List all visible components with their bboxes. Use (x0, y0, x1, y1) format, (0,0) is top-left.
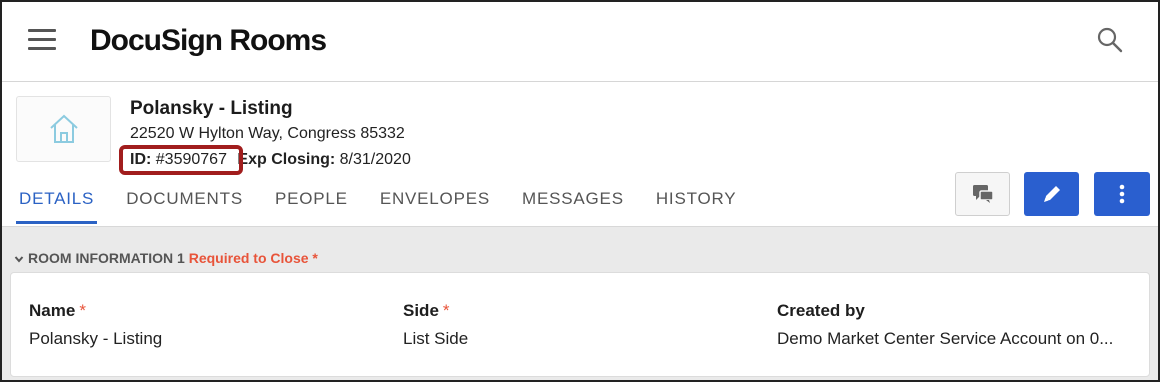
tab-people[interactable]: PEOPLE (272, 188, 351, 224)
field-name-value: Polansky - Listing (29, 329, 163, 348)
required-to-close-label: Required to Close * (188, 250, 318, 266)
room-title: Polansky - Listing (130, 98, 293, 119)
section-header[interactable]: ROOM INFORMATION 1 Required to Close * (14, 250, 318, 266)
id-highlight-box (119, 145, 243, 175)
exp-closing-label: Exp Closing: (237, 151, 336, 168)
room-address: 22520 W Hylton Way, Congress 85332 (130, 125, 405, 142)
field-created-by-label: Created by (777, 301, 865, 320)
field-side-value: List Side (403, 329, 469, 348)
field-side-label: Side (403, 301, 439, 320)
app-window: DocuSign Rooms Polansky - Listing 22520 … (0, 0, 1160, 382)
required-star: * (442, 301, 450, 320)
section-title: ROOM INFORMATION 1 (28, 250, 185, 266)
field-created-by-value: Demo Market Center Service Account on 0.… (777, 329, 1114, 348)
vertical-dots-icon (1119, 184, 1125, 204)
tab-envelopes[interactable]: ENVELOPES (377, 188, 493, 224)
exp-closing-value: 8/31/2020 (339, 151, 411, 168)
tab-details[interactable]: DETAILS (16, 188, 98, 224)
field-name: Name * Polansky - Listing (29, 301, 369, 349)
chat-bubbles-icon (972, 185, 994, 203)
app-logo[interactable]: DocuSign Rooms (90, 24, 327, 58)
room-info-card: Name * Polansky - Listing Side * List Side… (10, 272, 1150, 377)
tab-documents[interactable]: DOCUMENTS (123, 188, 246, 224)
search-icon[interactable] (1096, 26, 1124, 54)
more-options-button[interactable] (1094, 172, 1150, 216)
top-bar: DocuSign Rooms (2, 2, 1158, 82)
chevron-down-icon (14, 256, 24, 263)
pencil-icon (1043, 186, 1060, 202)
field-name-label: Name (29, 301, 76, 320)
messages-button[interactable] (955, 172, 1010, 216)
house-icon (49, 114, 78, 143)
required-star: * (79, 301, 86, 320)
tab-history[interactable]: HISTORY (653, 188, 740, 224)
field-created-by: Created by Demo Market Center Service Ac… (777, 301, 1137, 349)
room-thumbnail[interactable] (16, 96, 111, 162)
field-side: Side * List Side (403, 301, 743, 349)
tab-messages[interactable]: MESSAGES (519, 188, 627, 224)
edit-button[interactable] (1024, 172, 1079, 216)
room-tabs: DETAILS DOCUMENTS PEOPLE ENVELOPES MESSA… (16, 188, 765, 226)
hamburger-menu-icon[interactable] (28, 28, 58, 52)
room-information-section: ROOM INFORMATION 1 Required to Close * N… (2, 226, 1158, 380)
